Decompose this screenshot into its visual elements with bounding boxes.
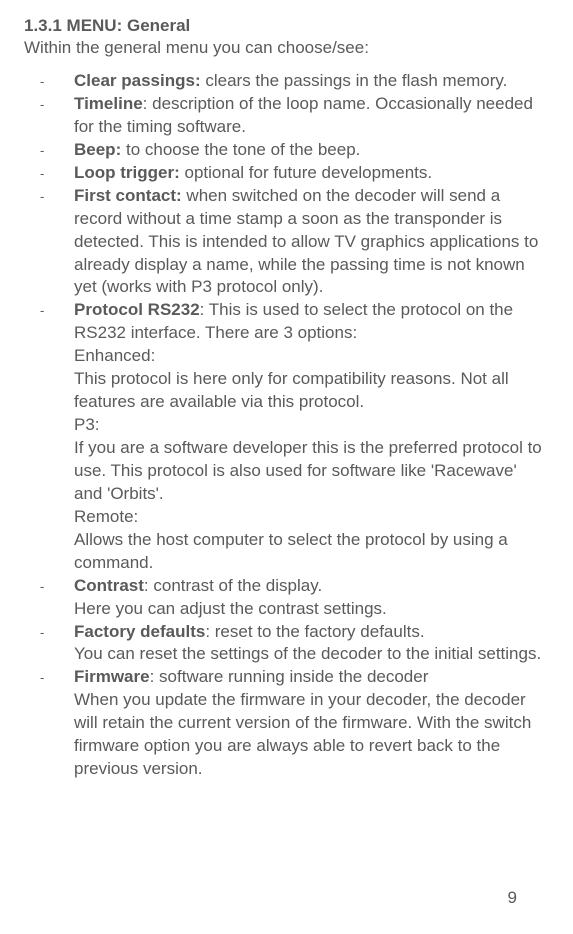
items-list: -Clear passings: clears the passings in …: [24, 70, 549, 781]
item-desc: to choose the tone of the beep.: [126, 140, 360, 159]
bullet-dash: -: [40, 185, 74, 300]
item-subline: Here you can adjust the contrast setting…: [74, 598, 549, 621]
item-term: Timeline: [74, 94, 143, 113]
list-item: -Clear passings: clears the passings in …: [24, 70, 549, 93]
item-term: Beep:: [74, 140, 121, 159]
item-term: Factory defaults: [74, 622, 205, 641]
list-item: -Firmware: software running inside the d…: [24, 666, 549, 781]
item-body: Protocol RS232: This is used to select t…: [74, 299, 549, 574]
item-body: Timeline: description of the loop name. …: [74, 93, 549, 139]
item-body: Firmware: software running inside the de…: [74, 666, 549, 781]
item-subline: Remote:: [74, 506, 549, 529]
bullet-dash: -: [40, 299, 74, 574]
item-subline: If you are a software developer this is …: [74, 437, 549, 506]
item-sep: :: [200, 300, 209, 319]
item-term: First contact:: [74, 186, 182, 205]
item-subline: You can reset the settings of the decode…: [74, 643, 549, 666]
list-item: -Factory defaults: reset to the factory …: [24, 621, 549, 667]
item-body: First contact: when switched on the deco…: [74, 185, 549, 300]
item-desc: clears the passings in the flash memory.: [205, 71, 507, 90]
bullet-dash: -: [40, 666, 74, 781]
item-term: Protocol RS232: [74, 300, 200, 319]
page-number: 9: [508, 888, 517, 908]
item-subline: This protocol is here only for compatibi…: [74, 368, 549, 414]
section-title: 1.3.1 MENU: General: [24, 16, 549, 36]
item-body: Loop trigger: optional for future develo…: [74, 162, 549, 185]
item-term: Loop trigger:: [74, 163, 180, 182]
item-desc: software running inside the decoder: [159, 667, 428, 686]
item-body: Factory defaults: reset to the factory d…: [74, 621, 549, 667]
item-subline: When you update the firmware in your dec…: [74, 689, 549, 781]
item-sep: :: [143, 94, 152, 113]
item-desc: reset to the factory defaults.: [215, 622, 425, 641]
list-item: -Beep: to choose the tone of the beep.: [24, 139, 549, 162]
item-term: Clear passings:: [74, 71, 201, 90]
intro-text: Within the general menu you can choose/s…: [24, 38, 549, 58]
item-term: Firmware: [74, 667, 150, 686]
item-desc: contrast of the display.: [153, 576, 322, 595]
list-item: -First contact: when switched on the dec…: [24, 185, 549, 300]
bullet-dash: -: [40, 621, 74, 667]
item-sep: :: [150, 667, 159, 686]
item-subline: P3:: [74, 414, 549, 437]
item-body: Beep: to choose the tone of the beep.: [74, 139, 549, 162]
item-subline: Allows the host computer to select the p…: [74, 529, 549, 575]
list-item: -Protocol RS232: This is used to select …: [24, 299, 549, 574]
item-subline: Enhanced:: [74, 345, 549, 368]
list-item: -Timeline: description of the loop name.…: [24, 93, 549, 139]
item-term: Contrast: [74, 576, 144, 595]
bullet-dash: -: [40, 70, 74, 93]
list-item: -Contrast: contrast of the display. Here …: [24, 575, 549, 621]
item-desc: optional for future developments.: [185, 163, 433, 182]
list-item: -Loop trigger: optional for future devel…: [24, 162, 549, 185]
item-body: Clear passings: clears the passings in t…: [74, 70, 549, 93]
item-sep: :: [144, 576, 153, 595]
bullet-dash: -: [40, 139, 74, 162]
bullet-dash: -: [40, 575, 74, 621]
bullet-dash: -: [40, 162, 74, 185]
bullet-dash: -: [40, 93, 74, 139]
item-sep: :: [205, 622, 214, 641]
item-body: Contrast: contrast of the display. Here y…: [74, 575, 549, 621]
